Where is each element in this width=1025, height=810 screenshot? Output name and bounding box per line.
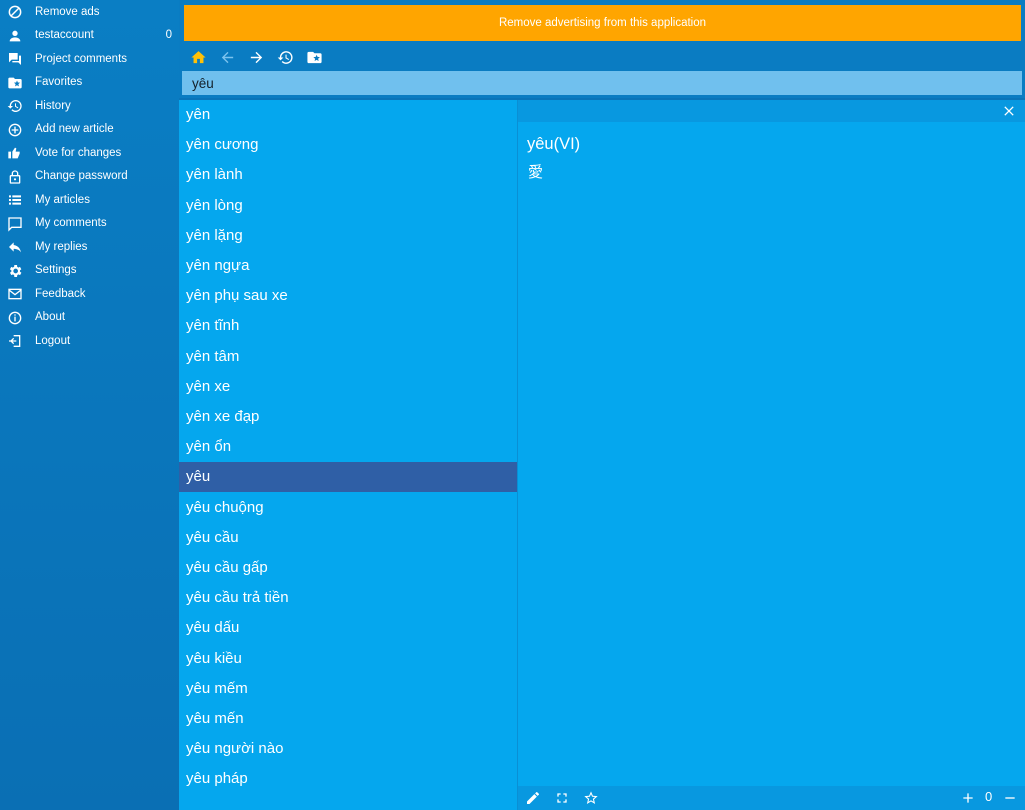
sidebar-item-label: My articles [35, 193, 90, 206]
favorites-button[interactable] [300, 46, 329, 68]
sidebar: Remove ads testaccount 0 Project comments Fa… [0, 0, 179, 810]
sidebar-item-remove-ads[interactable]: Remove ads [0, 1, 179, 24]
sidebar-item-settings[interactable]: Settings [0, 259, 179, 282]
list-item[interactable]: yêu pháp [179, 764, 517, 794]
minus-icon[interactable] [1002, 790, 1018, 806]
sidebar-item-my-comments[interactable]: My comments [0, 212, 179, 235]
edit-icon[interactable] [525, 790, 541, 806]
sidebar-item-history[interactable]: History [0, 95, 179, 118]
detail-header [518, 100, 1025, 122]
comment-icon [6, 215, 23, 232]
favorites-folder-icon [307, 51, 322, 63]
home-button[interactable] [184, 46, 213, 68]
list-item[interactable]: yên ổn [179, 432, 517, 462]
list-item[interactable]: yêu cầu gấp [179, 553, 517, 583]
history-icon [277, 50, 293, 64]
list-item[interactable]: yên lòng [179, 191, 517, 221]
gear-icon [6, 262, 23, 279]
sidebar-item-label: About [35, 311, 66, 323]
sidebar-item-label: Remove ads [35, 5, 100, 18]
sidebar-item-logout[interactable]: Logout [0, 330, 179, 353]
sidebar-item-favorites[interactable]: Favorites [0, 71, 179, 94]
sidebar-item-count: 0 [165, 29, 172, 41]
list-item[interactable]: yên cương [179, 130, 517, 160]
sidebar-item-label: Project comments [35, 52, 128, 65]
vote-count: 0 [985, 789, 993, 804]
detail-bottom-bar: 0 [518, 786, 1025, 810]
list-item[interactable]: yêu mếm [179, 674, 517, 704]
add-circle-icon [6, 121, 23, 138]
list-item[interactable]: yêu cầu trả tiền [179, 583, 517, 613]
person-icon [6, 27, 23, 44]
sidebar-item-label: My replies [35, 240, 88, 253]
sidebar-item-label: Change password [35, 170, 128, 182]
sidebar-item-label: Favorites [35, 76, 83, 88]
list-item[interactable]: yên [179, 100, 517, 130]
list-item[interactable]: yên xe đạp [179, 402, 517, 432]
sidebar-item-project-comments[interactable]: Project comments [0, 48, 179, 71]
list-item[interactable]: yên lành [179, 160, 517, 190]
list-item[interactable]: yên ngựa [179, 251, 517, 281]
search-input[interactable] [182, 71, 1022, 95]
sidebar-item-feedback[interactable]: Feedback [0, 283, 179, 306]
sidebar-item-change-password[interactable]: Change password [0, 165, 179, 188]
list-item[interactable]: yên phụ sau xe [179, 281, 517, 311]
list-item[interactable]: yêu người nào [179, 734, 517, 764]
history-button[interactable] [271, 46, 300, 68]
toolbar [184, 46, 329, 68]
back-button[interactable] [213, 46, 242, 68]
sidebar-item-label: testaccount [35, 29, 94, 41]
sidebar-item-vote-for-changes[interactable]: Vote for changes [0, 142, 179, 165]
list-item[interactable]: yên xe [179, 372, 517, 402]
mail-icon [6, 286, 23, 303]
logout-icon [6, 333, 23, 350]
sidebar-item-label: Vote for changes [35, 146, 122, 159]
forward-arrow-icon [250, 51, 263, 63]
back-arrow-icon [221, 51, 234, 63]
list-item[interactable]: yêu [179, 462, 517, 493]
sidebar-item-label: My comments [35, 217, 107, 229]
list-icon [6, 192, 23, 209]
plus-icon[interactable] [960, 790, 976, 806]
list-item[interactable]: yên lặng [179, 221, 517, 251]
sidebar-item-label: History [35, 99, 71, 112]
home-icon [191, 50, 206, 63]
entry-definition: 愛 [528, 164, 544, 181]
detail-pane: yêu(VI) 愛 0 [518, 100, 1025, 810]
word-list: yên yên cương yên lành yên lòng yên lặng yên … [179, 100, 517, 810]
sidebar-item-label: Logout [35, 334, 71, 347]
block-icon [6, 4, 23, 21]
comments-icon [6, 51, 23, 68]
history-icon [6, 98, 23, 115]
entry-title: yêu(VI) [527, 135, 581, 153]
sidebar-item-label: Settings [35, 264, 77, 276]
list-item[interactable]: yêu chuộng [179, 493, 517, 523]
list-item[interactable]: yêu mến [179, 704, 517, 734]
sidebar-item-add-new-article[interactable]: Add new article [0, 118, 179, 141]
list-item[interactable]: yên tâm [179, 342, 517, 372]
favorites-folder-icon [6, 74, 23, 91]
forward-button[interactable] [242, 46, 271, 68]
sidebar-item-label: Feedback [35, 287, 86, 300]
star-icon[interactable] [583, 790, 599, 806]
reply-icon [6, 239, 23, 256]
info-icon [6, 309, 23, 326]
sidebar-item-label: Add new article [35, 123, 114, 135]
fullscreen-icon[interactable] [554, 790, 570, 806]
vote-icon [6, 145, 23, 162]
lock-icon [6, 168, 23, 185]
close-icon[interactable] [1001, 103, 1017, 119]
remove-ads-banner[interactable]: Remove advertising from this application [184, 5, 1021, 41]
list-item[interactable]: yên tĩnh [179, 311, 517, 341]
list-item[interactable]: yêu cầu [179, 523, 517, 553]
sidebar-item-my-articles[interactable]: My articles [0, 189, 179, 212]
sidebar-item-my-replies[interactable]: My replies [0, 236, 179, 259]
list-item[interactable]: yêu dấu [179, 613, 517, 643]
sidebar-item-about[interactable]: About [0, 306, 179, 329]
list-item[interactable]: yêu kiều [179, 644, 517, 674]
sidebar-item-testaccount[interactable]: testaccount 0 [0, 24, 179, 47]
